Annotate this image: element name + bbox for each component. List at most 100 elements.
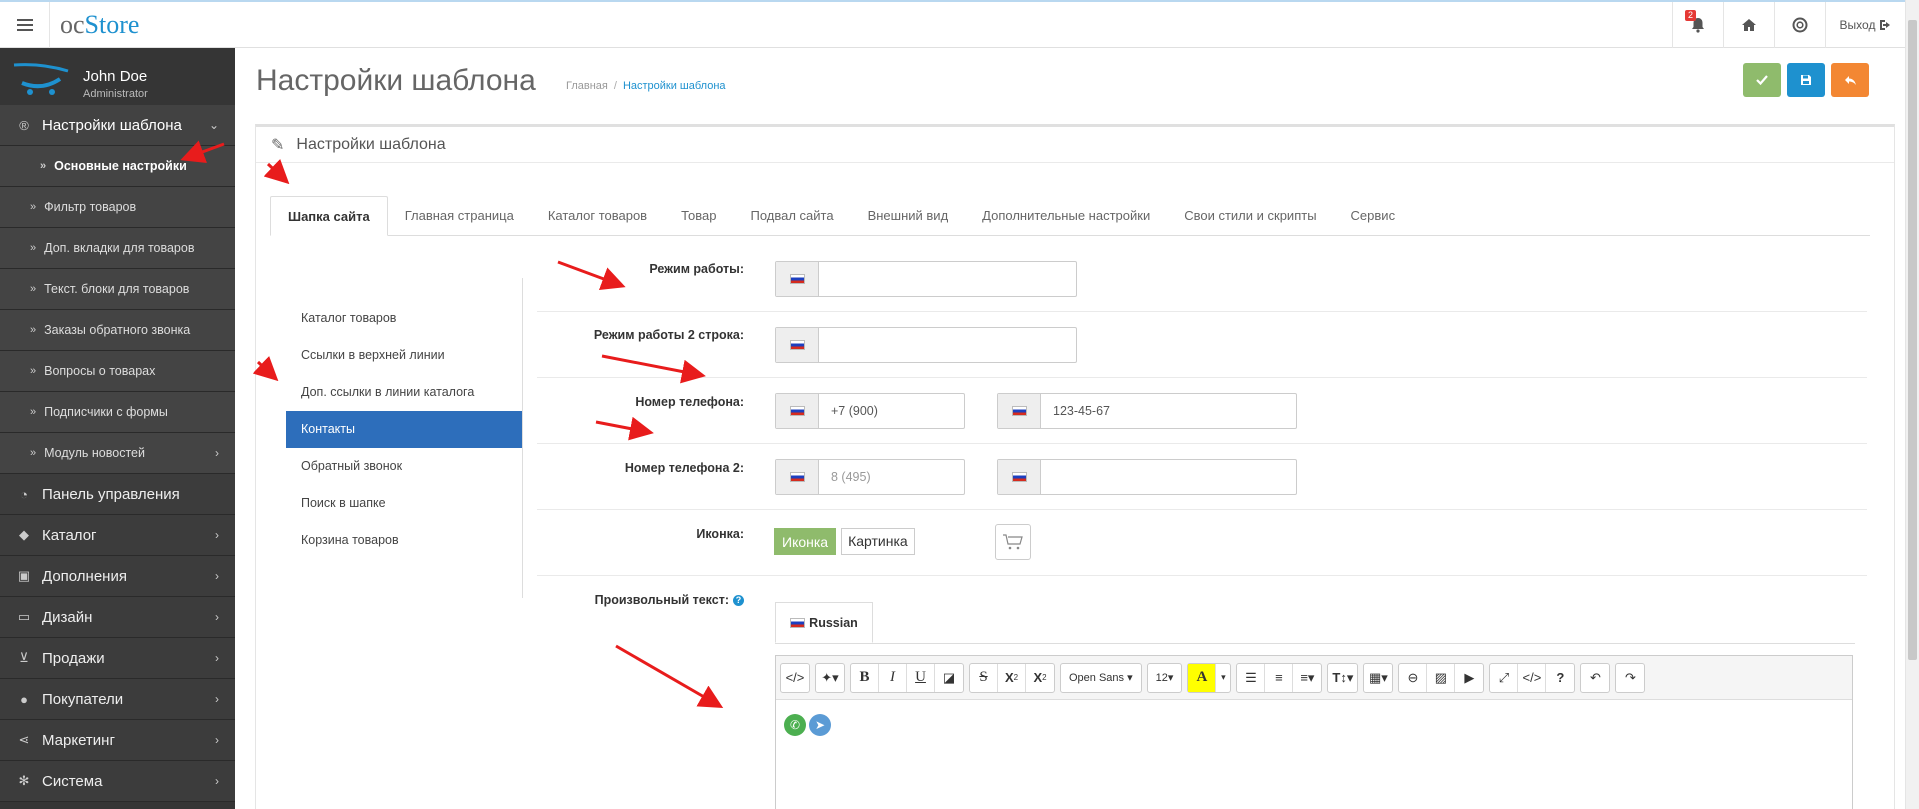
italic-icon[interactable]: I — [879, 663, 907, 692]
tab-home-page[interactable]: Главная страница — [388, 196, 531, 236]
tab-appearance[interactable]: Внешний вид — [851, 196, 966, 236]
link-icon[interactable]: ⊖ — [1399, 663, 1428, 692]
icon-picker-button[interactable] — [995, 524, 1031, 560]
undo-icon[interactable]: ↶ — [1581, 664, 1609, 692]
apply-button[interactable] — [1743, 63, 1781, 97]
strikethrough-icon[interactable]: S — [970, 663, 998, 692]
tab-custom-styles[interactable]: Свои стили и скрипты — [1167, 196, 1333, 236]
phone-2-number-input[interactable] — [997, 459, 1297, 495]
tab-service[interactable]: Сервис — [1334, 196, 1413, 236]
help-icon[interactable]: ? — [1546, 664, 1574, 692]
breadcrumb-current-link[interactable]: Настройки шаблона — [623, 80, 726, 92]
sidebar-subitem-text-blocks[interactable]: » Текст. блоки для товаров — [0, 269, 235, 310]
brand-name: Store — [84, 10, 140, 39]
menu-toggle-button[interactable] — [0, 2, 50, 48]
editor-content-area[interactable]: ✆ ➤ — [776, 700, 1852, 809]
color-dropdown-icon[interactable]: ▾ — [1216, 664, 1230, 692]
home-button[interactable] — [1723, 2, 1774, 48]
fullscreen-icon[interactable]: ⤢ — [1490, 663, 1519, 692]
sidebar-subitem-product-filter[interactable]: » Фильтр товаров — [0, 187, 235, 228]
sidebar-item-dashboard[interactable]: ◔ Панель управления — [0, 474, 235, 515]
tab-additional-settings[interactable]: Дополнительные настройки — [965, 196, 1167, 236]
check-icon — [1756, 75, 1768, 85]
form-row-divider — [537, 443, 1867, 444]
menu-item-contacts[interactable]: Контакты — [286, 411, 522, 448]
logout-button[interactable]: Выход — [1825, 2, 1905, 48]
user-profile[interactable]: John Doe Administrator — [0, 48, 235, 105]
sidebar-subitem-news-module[interactable]: » Модуль новостей › — [0, 433, 235, 474]
bold-icon[interactable]: B — [851, 663, 879, 692]
language-flag-addon — [776, 328, 819, 362]
font-family-select[interactable]: Open Sans ▾ — [1060, 662, 1142, 693]
sidebar-item-label: Покупатели — [42, 690, 124, 708]
icon-option-button[interactable]: Иконка — [774, 528, 837, 555]
redo-icon[interactable]: ↷ — [1616, 664, 1644, 692]
double-chevron-icon: » — [30, 365, 37, 377]
page-actions — [1743, 63, 1869, 97]
tab-product-catalog[interactable]: Каталог товаров — [531, 196, 664, 236]
sidebar-subitem-product-questions[interactable]: » Вопросы о товарах — [0, 351, 235, 392]
subscript-icon[interactable]: X2 — [1026, 664, 1054, 692]
save-button[interactable] — [1787, 63, 1825, 97]
image-option-button[interactable]: Картинка — [841, 528, 915, 555]
language-flag-addon — [776, 394, 819, 428]
breadcrumb-home-link[interactable]: Главная — [566, 80, 608, 92]
sidebar-item-sales[interactable]: ⊻ Продажи › — [0, 638, 235, 679]
phone-number-value: 123-45-67 — [1053, 404, 1110, 418]
work-hours-input[interactable] — [775, 261, 1077, 297]
language-tab-russian[interactable]: Russian — [775, 602, 873, 643]
chevron-right-icon: › — [215, 651, 219, 665]
code-view-icon[interactable]: </> — [781, 664, 809, 692]
menu-item-top-links[interactable]: Ссылки в верхней линии — [286, 337, 522, 374]
help-button[interactable] — [1774, 2, 1825, 48]
sidebar-item-label: Дополнения — [42, 567, 127, 585]
menu-item-callback[interactable]: Обратный звонок — [286, 448, 522, 485]
menu-item-catalog-links[interactable]: Доп. ссылки в линии каталога — [286, 374, 522, 411]
sidebar-subitem-product-tabs[interactable]: » Доп. вкладки для товаров — [0, 228, 235, 269]
menu-item-cart[interactable]: Корзина товаров — [286, 522, 522, 559]
align-icon[interactable]: ≡▾ — [1293, 664, 1321, 692]
phone-code-input[interactable]: +7 (900) — [775, 393, 965, 429]
tab-footer[interactable]: Подвал сайта — [733, 196, 850, 236]
sidebar-subitem-main-settings[interactable]: » Основные настройки — [0, 146, 235, 187]
page-scrollbar[interactable] — [1905, 0, 1919, 809]
scrollbar-thumb[interactable] — [1908, 20, 1917, 660]
back-button[interactable] — [1831, 63, 1869, 97]
phone-number-input[interactable]: 123-45-67 — [997, 393, 1297, 429]
video-icon[interactable]: ▶ — [1455, 664, 1483, 692]
source-code-icon[interactable]: </> — [1518, 663, 1547, 692]
tab-product[interactable]: Товар — [664, 196, 733, 236]
table-icon[interactable]: ▦▾ — [1364, 664, 1392, 692]
line-height-icon[interactable]: T ↕▾ — [1328, 664, 1357, 692]
menu-item-catalog[interactable]: Каталог товаров — [286, 300, 522, 337]
logout-label: Выход — [1839, 18, 1876, 32]
help-icon[interactable]: ? — [733, 595, 744, 607]
sidebar-item-marketing[interactable]: ⋖ Маркетинг › — [0, 720, 235, 761]
sidebar-item-extensions[interactable]: ▣ Дополнения › — [0, 556, 235, 597]
russian-flag-icon — [789, 472, 805, 482]
image-icon[interactable]: ▨ — [1427, 663, 1456, 692]
phone-code-value: +7 (900) — [831, 404, 878, 418]
sidebar-item-customers[interactable]: ● Покупатели › — [0, 679, 235, 720]
superscript-icon[interactable]: X2 — [998, 663, 1026, 692]
brand-logo[interactable]: ocStore — [60, 10, 139, 40]
sidebar-item-design[interactable]: ▭ Дизайн › — [0, 597, 235, 638]
work-hours-2-input[interactable] — [775, 327, 1077, 363]
underline-icon[interactable]: U — [907, 663, 935, 692]
font-size-select[interactable]: 12 ▾ — [1146, 662, 1183, 693]
notifications-button[interactable]: 2 — [1672, 2, 1723, 48]
sidebar-item-catalog[interactable]: ◆ Каталог › — [0, 515, 235, 556]
sidebar-subitem-subscribers[interactable]: » Подписчики с формы — [0, 392, 235, 433]
magic-wand-icon[interactable]: ✦▾ — [816, 664, 844, 692]
tab-site-header[interactable]: Шапка сайта — [270, 196, 388, 236]
bulleted-list-icon[interactable]: ☰ — [1237, 663, 1266, 692]
numbered-list-icon[interactable]: ≡ — [1265, 663, 1294, 692]
sidebar-item-template-settings[interactable]: ® Настройки шаблона ⌄ — [0, 105, 235, 146]
sidebar-item-system[interactable]: ✻ Система › — [0, 761, 235, 802]
text-color-icon[interactable]: A — [1188, 663, 1217, 692]
sidebar-subitem-callback-orders[interactable]: » Заказы обратного звонка — [0, 310, 235, 351]
phone-2-code-input[interactable]: 8 (495) — [775, 459, 965, 495]
eraser-icon[interactable]: ◪ — [935, 664, 963, 692]
menu-item-header-search[interactable]: Поиск в шапке — [286, 485, 522, 522]
work-hours-2-value — [819, 328, 831, 362]
